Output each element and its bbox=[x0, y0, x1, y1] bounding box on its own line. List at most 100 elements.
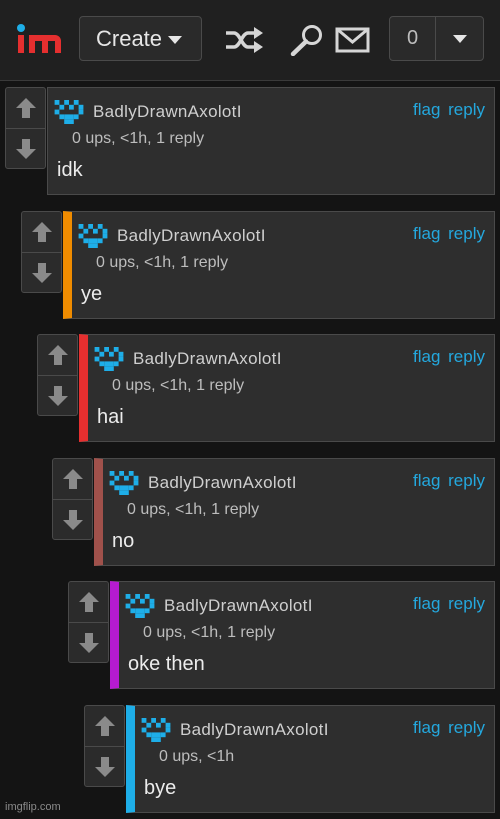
comment-body: BadlyDrawnAxolotI flag reply 0 ups, <1h bye bbox=[126, 705, 495, 813]
reply-link[interactable]: reply bbox=[448, 718, 485, 737]
comment-author[interactable]: BadlyDrawnAxolotI bbox=[54, 100, 242, 124]
comment: BadlyDrawnAxolotI flag reply 0 ups, <1h, 1… bbox=[52, 458, 495, 566]
comment: BadlyDrawnAxolotI flag reply 0 ups, <1h, 1… bbox=[68, 581, 495, 689]
arrow-up-icon bbox=[31, 222, 52, 242]
comment-meta: 0 ups, <1h, 1 reply bbox=[127, 501, 260, 518]
notifications-toggle[interactable] bbox=[436, 17, 483, 60]
arrow-up-icon bbox=[15, 98, 36, 118]
flag-link[interactable]: flag bbox=[413, 224, 440, 243]
comment-body: BadlyDrawnAxolotI flag reply 0 ups, <1h, 1… bbox=[79, 334, 495, 442]
upvote-button[interactable] bbox=[69, 582, 108, 622]
comment-text: hai bbox=[97, 406, 124, 428]
comment-body: BadlyDrawnAxolotI flag reply 0 ups, <1h, 1… bbox=[63, 211, 495, 319]
arrow-down-icon bbox=[31, 263, 52, 283]
avatar bbox=[109, 471, 139, 495]
avatar bbox=[141, 718, 171, 742]
comment-author[interactable]: BadlyDrawnAxolotI bbox=[141, 718, 329, 742]
arrow-up-icon bbox=[47, 345, 68, 365]
shuffle-icon[interactable] bbox=[224, 24, 264, 56]
arrow-down-icon bbox=[94, 757, 115, 777]
vote-buttons bbox=[52, 458, 93, 540]
arrow-down-icon bbox=[15, 139, 36, 159]
vote-buttons bbox=[37, 334, 78, 416]
reply-link[interactable]: reply bbox=[448, 594, 485, 613]
downvote-button[interactable] bbox=[6, 128, 45, 169]
reply-link[interactable]: reply bbox=[448, 347, 485, 366]
comment-meta: 0 ups, <1h, 1 reply bbox=[112, 377, 245, 394]
vote-buttons bbox=[5, 87, 46, 169]
comment-actions: flag reply bbox=[413, 718, 485, 738]
notification-count: 0 bbox=[390, 17, 436, 60]
arrow-down-icon bbox=[78, 633, 99, 653]
upvote-button[interactable] bbox=[85, 706, 124, 746]
upvote-button[interactable] bbox=[53, 459, 92, 499]
comment-author[interactable]: BadlyDrawnAxolotI bbox=[109, 471, 297, 495]
comment-author[interactable]: BadlyDrawnAxolotI bbox=[94, 347, 282, 371]
comment-text: bye bbox=[144, 777, 177, 799]
mail-icon[interactable] bbox=[333, 24, 373, 56]
watermark: imgflip.com bbox=[5, 801, 61, 813]
avatar bbox=[54, 100, 84, 124]
comment-meta: 0 ups, <1h bbox=[159, 748, 235, 765]
arrow-up-icon bbox=[94, 716, 115, 736]
search-icon[interactable] bbox=[288, 24, 328, 56]
comment-actions: flag reply bbox=[413, 594, 485, 614]
avatar bbox=[94, 347, 124, 371]
username[interactable]: BadlyDrawnAxolotI bbox=[180, 720, 329, 740]
upvote-button[interactable] bbox=[6, 88, 45, 128]
top-bar: Create 0 bbox=[0, 0, 500, 81]
comment-body: BadlyDrawnAxolotI flag reply 0 ups, <1h, 1… bbox=[94, 458, 495, 566]
vote-buttons bbox=[68, 581, 109, 663]
downvote-button[interactable] bbox=[85, 746, 124, 787]
reply-link[interactable]: reply bbox=[448, 471, 485, 490]
comment-meta: 0 ups, <1h, 1 reply bbox=[72, 130, 205, 147]
downvote-button[interactable] bbox=[69, 622, 108, 663]
arrow-down-icon bbox=[62, 510, 83, 530]
downvote-button[interactable] bbox=[22, 252, 61, 293]
comment-actions: flag reply bbox=[413, 471, 485, 491]
comment-text: oke then bbox=[128, 653, 205, 675]
comment-author[interactable]: BadlyDrawnAxolotI bbox=[125, 594, 313, 618]
comment-actions: flag reply bbox=[413, 347, 485, 367]
downvote-button[interactable] bbox=[53, 499, 92, 540]
notifications-dropdown[interactable]: 0 bbox=[389, 16, 484, 61]
comment: BadlyDrawnAxolotI flag reply 0 ups, <1h, 1… bbox=[5, 87, 495, 195]
flag-link[interactable]: flag bbox=[413, 347, 440, 366]
comment-meta: 0 ups, <1h, 1 reply bbox=[143, 624, 276, 641]
vote-buttons bbox=[84, 705, 125, 787]
chevron-down-icon bbox=[452, 34, 467, 43]
upvote-button[interactable] bbox=[38, 335, 77, 375]
comment-body: BadlyDrawnAxolotI flag reply 0 ups, <1h, 1… bbox=[110, 581, 495, 689]
avatar bbox=[125, 594, 155, 618]
username[interactable]: BadlyDrawnAxolotI bbox=[148, 473, 297, 493]
username[interactable]: BadlyDrawnAxolotI bbox=[93, 102, 242, 122]
reply-link[interactable]: reply bbox=[448, 224, 485, 243]
comment: BadlyDrawnAxolotI flag reply 0 ups, <1h, 1… bbox=[37, 334, 495, 442]
vote-buttons bbox=[21, 211, 62, 293]
avatar bbox=[78, 224, 108, 248]
comment: BadlyDrawnAxolotI flag reply 0 ups, <1h, 1… bbox=[21, 211, 495, 319]
flag-link[interactable]: flag bbox=[413, 100, 440, 119]
arrow-up-icon bbox=[62, 469, 83, 489]
comment-actions: flag reply bbox=[413, 224, 485, 244]
username[interactable]: BadlyDrawnAxolotI bbox=[164, 596, 313, 616]
imgflip-logo[interactable] bbox=[17, 22, 63, 58]
flag-link[interactable]: flag bbox=[413, 471, 440, 490]
arrow-down-icon bbox=[47, 386, 68, 406]
reply-link[interactable]: reply bbox=[448, 100, 485, 119]
comment-actions: flag reply bbox=[413, 100, 485, 120]
username[interactable]: BadlyDrawnAxolotI bbox=[117, 226, 266, 246]
comment-author[interactable]: BadlyDrawnAxolotI bbox=[78, 224, 266, 248]
flag-link[interactable]: flag bbox=[413, 594, 440, 613]
downvote-button[interactable] bbox=[38, 375, 77, 416]
username[interactable]: BadlyDrawnAxolotI bbox=[133, 349, 282, 369]
upvote-button[interactable] bbox=[22, 212, 61, 252]
comment-body: BadlyDrawnAxolotI flag reply 0 ups, <1h, 1… bbox=[47, 87, 495, 195]
comment-meta: 0 ups, <1h, 1 reply bbox=[96, 254, 229, 271]
comment-text: idk bbox=[57, 159, 83, 181]
create-button[interactable]: Create bbox=[79, 16, 202, 61]
chevron-down-icon bbox=[168, 36, 183, 44]
comment-text: ye bbox=[81, 283, 103, 305]
comment-text: no bbox=[112, 530, 135, 552]
flag-link[interactable]: flag bbox=[413, 718, 440, 737]
